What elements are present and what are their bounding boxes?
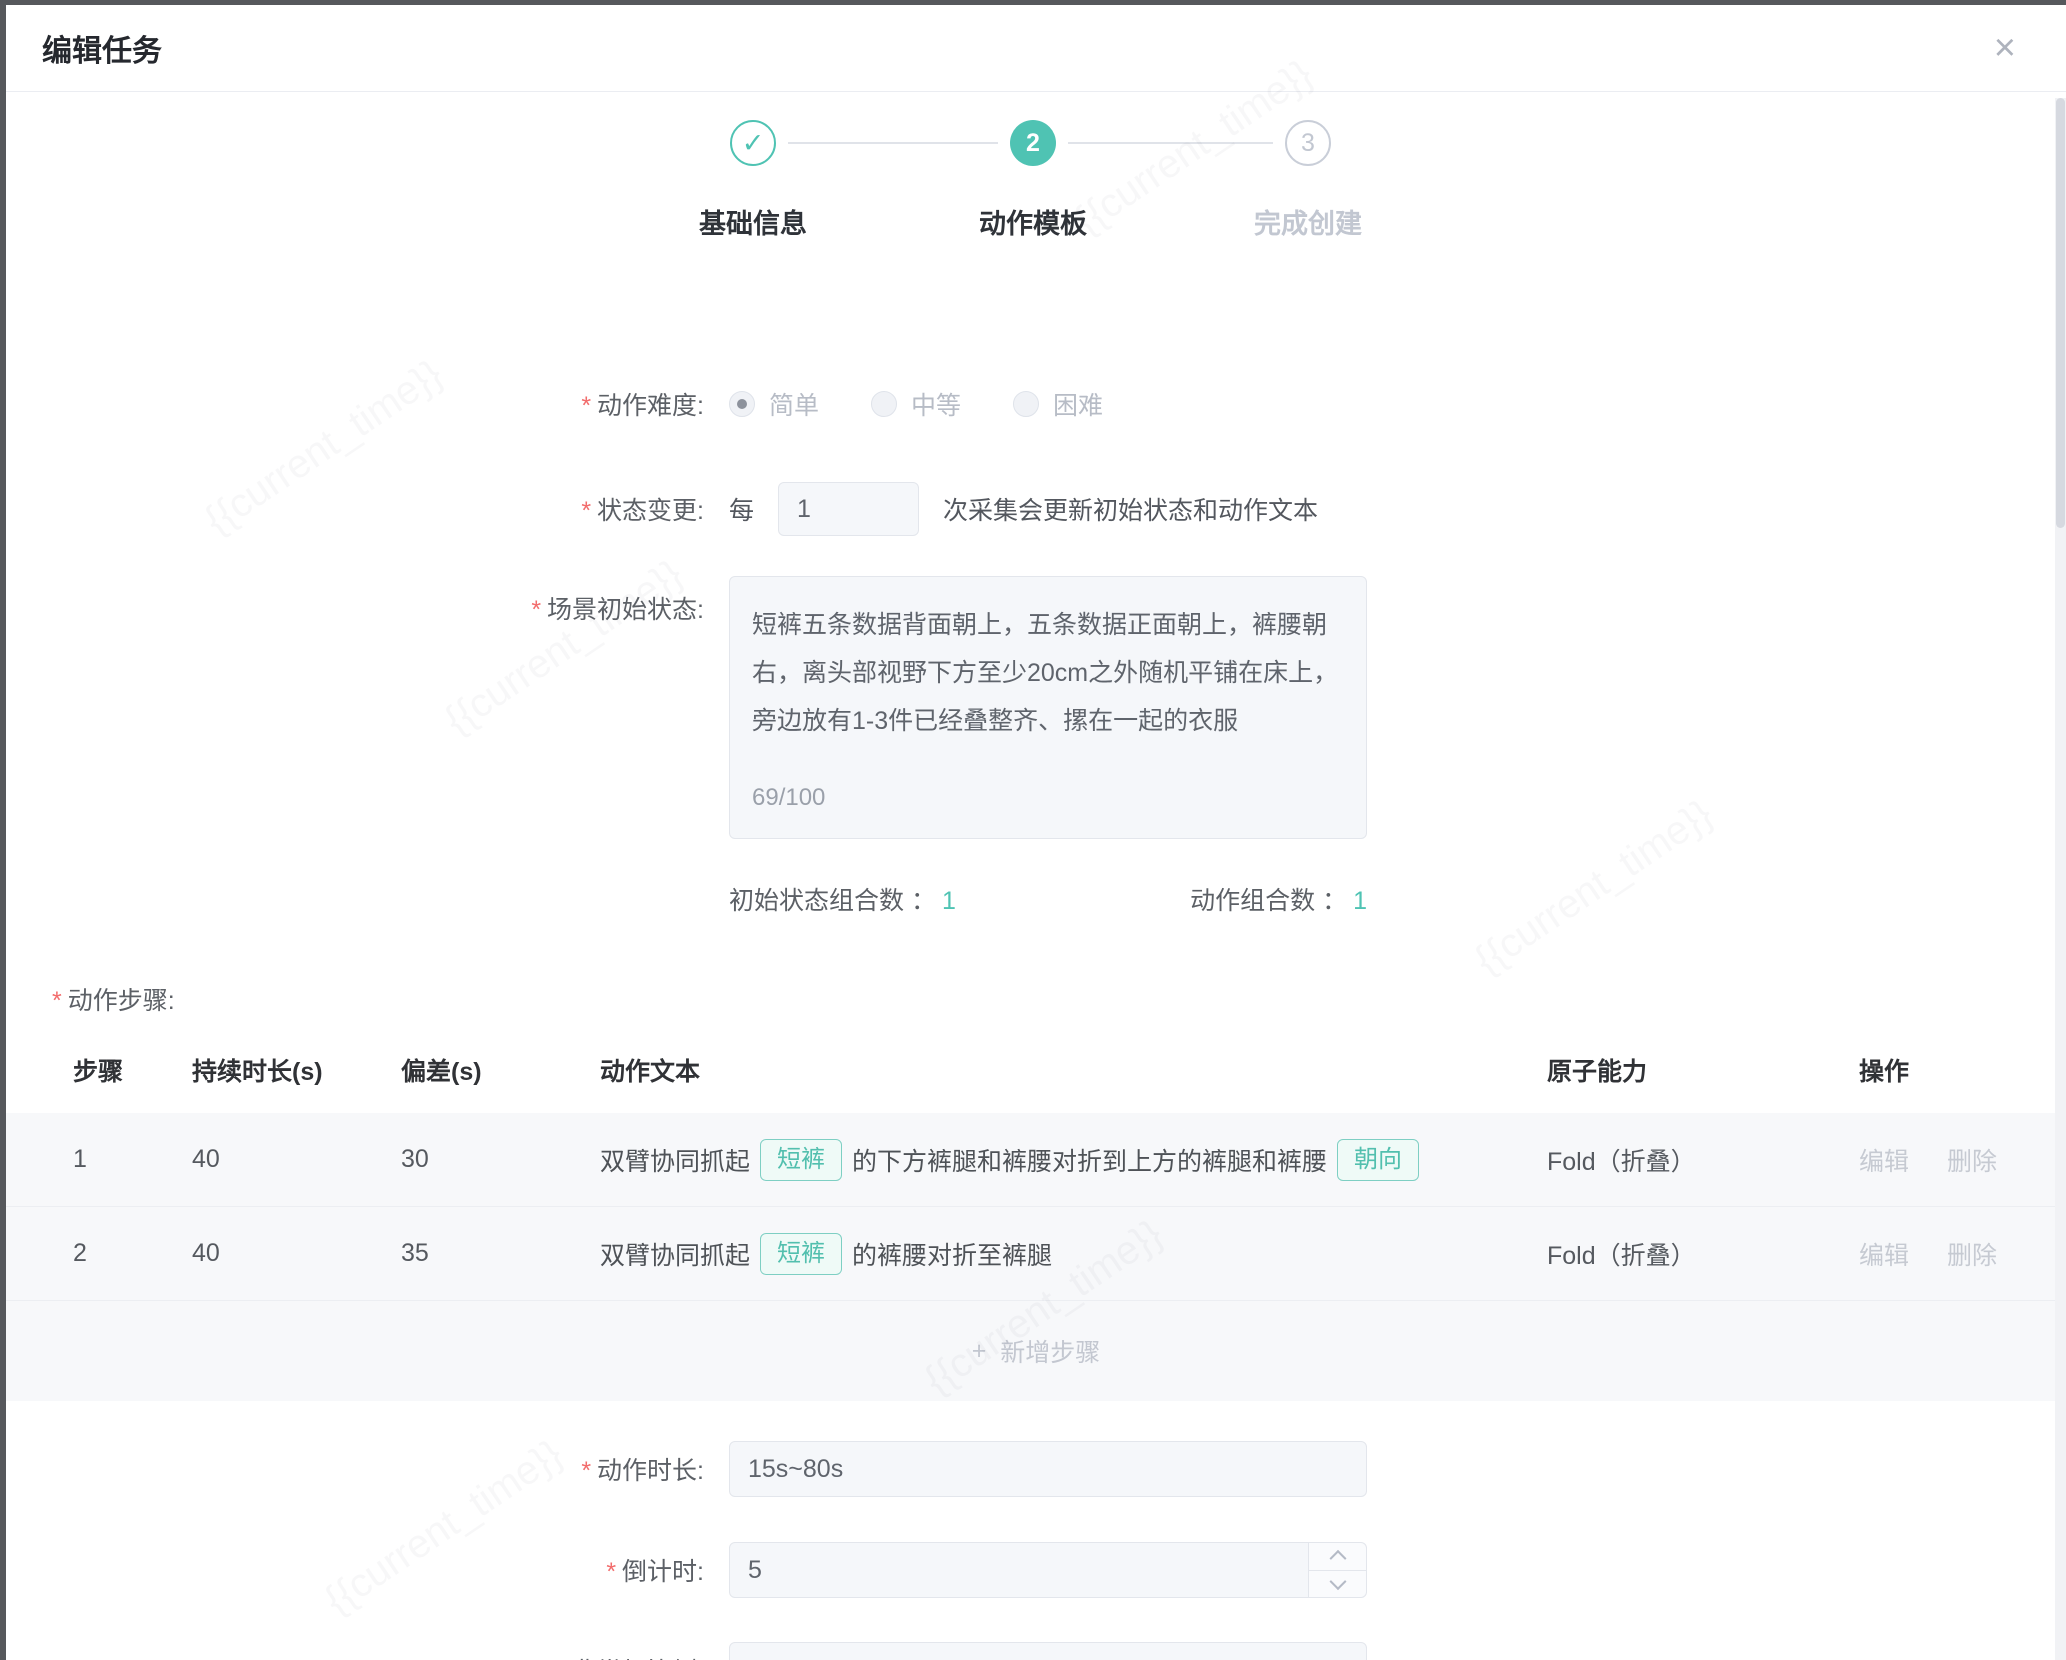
unusual-ratio-select[interactable]: 5% (729, 1642, 1367, 1660)
radio-hard[interactable]: 困难 (1013, 386, 1103, 422)
combo-counts-row: 初始状态组合数 ：1 动作组合数 ：1 (729, 881, 1367, 917)
cell-actions: 编辑 删除 (1859, 1236, 2066, 1272)
required-asterisk: * (581, 1457, 591, 1485)
chevron-down-icon (1329, 1573, 1346, 1590)
required-asterisk: * (606, 1558, 616, 1586)
edit-button[interactable]: 编辑 (1859, 1142, 1909, 1178)
check-icon: ✓ (742, 128, 765, 159)
cell-actions: 编辑 删除 (1859, 1142, 2066, 1178)
add-step-button[interactable]: + 新增步骤 (6, 1301, 2066, 1401)
required-asterisk: * (52, 987, 62, 1015)
cell-action-text: 双臂协同抓起 短裤 的裤腰对折至裤腿 (600, 1233, 1547, 1275)
plus-icon: + (972, 1337, 987, 1366)
col-header-duration: 持续时长(s) (192, 1052, 401, 1088)
countdown-row: *倒计时: (6, 1542, 2066, 1598)
cell-ability: Fold（折叠） (1547, 1142, 1859, 1178)
dialog-title: 编辑任务 (42, 26, 162, 70)
duration-row: *动作时长: (6, 1441, 2066, 1497)
col-header-actions: 操作 (1859, 1052, 2066, 1088)
col-header-deviation: 偏差(s) (401, 1052, 600, 1088)
radio-easy[interactable]: 简单 (729, 386, 819, 422)
stepper-controls (1308, 1543, 1366, 1597)
state-change-label: *状态变更: (6, 491, 704, 527)
cell-deviation: 30 (401, 1145, 600, 1174)
step-1-circle: ✓ (730, 120, 776, 166)
orientation-tag: 朝向 (1337, 1139, 1419, 1181)
countdown-input[interactable] (729, 1542, 1367, 1598)
required-asterisk: * (581, 392, 591, 420)
action-steps-label: *动作步骤: (52, 981, 2066, 1017)
initial-combo-count: 初始状态组合数 ：1 (729, 881, 956, 917)
edit-button[interactable]: 编辑 (1859, 1236, 1909, 1272)
unusual-ratio-value: 5% (729, 1642, 1367, 1660)
cell-step: 2 (73, 1239, 192, 1268)
object-tag: 短裤 (760, 1139, 842, 1181)
initial-combo-value: 1 (942, 887, 956, 915)
state-change-suffix: 次采集会更新初始状态和动作文本 (943, 491, 1318, 527)
table-row: 2 40 35 双臂协同抓起 短裤 的裤腰对折至裤腿 Fold（折叠） 编辑 删… (6, 1207, 2066, 1301)
required-asterisk: * (581, 497, 591, 525)
edit-task-dialog: {{current_time}} {{current_time}} {{curr… (6, 5, 2066, 1660)
initial-state-textarea[interactable]: 短裤五条数据背面朝上，五条数据正面朝上，裤腰朝右，离头部视野下方至少20cm之外… (729, 576, 1367, 839)
table-header-row: 步骤 持续时长(s) 偏差(s) 动作文本 原子能力 操作 (6, 1049, 2066, 1091)
decrease-button[interactable] (1309, 1570, 1366, 1598)
unusual-ratio-label: *非常规比例: (6, 1652, 704, 1660)
state-change-row: *状态变更: 每 次采集会更新初始状态和动作文本 (6, 482, 2066, 536)
step-2-circle: 2 (1010, 120, 1056, 166)
step-1-label: 基础信息 (633, 202, 873, 241)
table-row: 1 40 30 双臂协同抓起 短裤 的下方裤腿和裤腰对折到上方的裤腿和裤腰 朝向… (6, 1113, 2066, 1207)
increase-button[interactable] (1309, 1543, 1366, 1570)
step-connector (1068, 142, 1273, 144)
action-combo-value: 1 (1353, 887, 1367, 915)
radio-selected-icon (729, 391, 755, 417)
object-tag: 短裤 (760, 1233, 842, 1275)
step-connector (788, 142, 998, 144)
countdown-stepper (729, 1542, 1367, 1598)
action-combo-count: 动作组合数 ：1 (1190, 881, 1367, 917)
duration-label: *动作时长: (6, 1451, 704, 1487)
initial-state-row: *场景初始状态: 短裤五条数据背面朝上，五条数据正面朝上，裤腰朝右，离头部视野下… (6, 576, 2066, 839)
delete-button[interactable]: 删除 (1947, 1142, 1997, 1178)
char-counter: 69/100 (752, 774, 825, 822)
scrollbar-track[interactable] (2055, 98, 2066, 1660)
difficulty-row: *动作难度: 简单 中等 困难 (6, 386, 2066, 422)
radio-medium[interactable]: 中等 (871, 386, 961, 422)
close-icon[interactable]: × (1994, 29, 2016, 67)
initial-state-label: *场景初始状态: (6, 590, 704, 626)
col-header-step: 步骤 (73, 1052, 192, 1088)
step-2-number: 2 (1026, 129, 1040, 158)
difficulty-label: *动作难度: (6, 386, 704, 422)
required-asterisk: * (531, 596, 541, 624)
initial-state-text: 短裤五条数据背面朝上，五条数据正面朝上，裤腰朝右，离头部视野下方至少20cm之外… (752, 601, 1344, 745)
cell-duration: 40 (192, 1145, 401, 1174)
radio-hard-label: 困难 (1053, 386, 1103, 422)
cell-duration: 40 (192, 1239, 401, 1268)
col-header-text: 动作文本 (600, 1052, 1547, 1088)
chevron-up-icon (1329, 1550, 1346, 1567)
cell-action-text: 双臂协同抓起 短裤 的下方裤腿和裤腰对折到上方的裤腿和裤腰 朝向 (600, 1139, 1547, 1181)
unusual-ratio-row: *非常规比例: 5% (6, 1642, 2066, 1660)
col-header-ability: 原子能力 (1547, 1052, 1859, 1088)
dialog-header: 编辑任务 × (6, 5, 2066, 92)
duration-input[interactable] (729, 1441, 1367, 1497)
step-2-label: 动作模板 (913, 202, 1153, 241)
radio-icon (871, 391, 897, 417)
step-3-label: 完成创建 (1188, 202, 1428, 241)
cell-deviation: 35 (401, 1239, 600, 1268)
cell-ability: Fold（折叠） (1547, 1236, 1859, 1272)
radio-easy-label: 简单 (769, 386, 819, 422)
radio-medium-label: 中等 (911, 386, 961, 422)
radio-icon (1013, 391, 1039, 417)
state-change-prefix: 每 (729, 491, 754, 527)
step-3-circle: 3 (1285, 120, 1331, 166)
state-change-input[interactable] (778, 482, 919, 536)
countdown-label: *倒计时: (6, 1552, 704, 1588)
action-steps-table: 步骤 持续时长(s) 偏差(s) 动作文本 原子能力 操作 1 40 30 双臂… (6, 1049, 2066, 1401)
scrollbar-thumb[interactable] (2056, 98, 2065, 528)
cell-step: 1 (73, 1145, 192, 1174)
step-3-number: 3 (1301, 129, 1315, 158)
stepper: ✓ 2 3 基础信息 动作模板 完成创建 (6, 120, 2066, 270)
delete-button[interactable]: 删除 (1947, 1236, 1997, 1272)
